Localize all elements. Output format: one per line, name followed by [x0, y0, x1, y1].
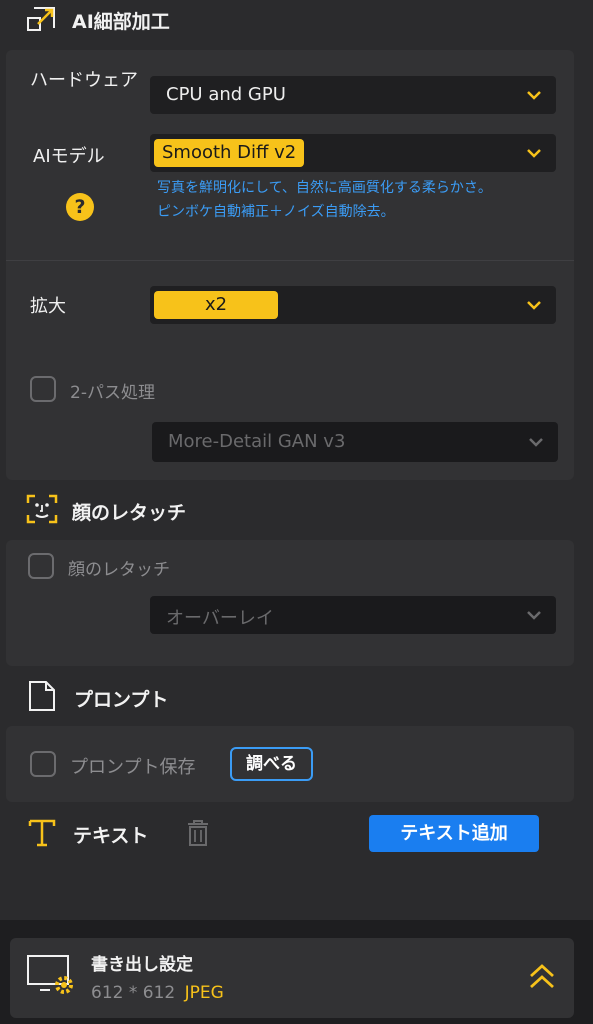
ai-model-description: 写真を鮮明化にして、自然に高画質化する柔らかさ。 ピンボケ自動補正＋ノイズ自動除… — [157, 180, 492, 220]
chevron-down-icon — [527, 149, 541, 158]
face-mode-value: オーバーレイ — [166, 608, 274, 629]
panel-divider — [6, 260, 574, 261]
scale-value: x2 — [154, 291, 278, 319]
prompt-save-checkbox[interactable] — [30, 751, 56, 777]
export-settings-icon — [26, 954, 78, 998]
face-mode-select[interactable]: オーバーレイ — [150, 596, 556, 634]
double-chevron-up-icon[interactable] — [528, 962, 556, 992]
add-text-button[interactable]: テキスト追加 — [369, 815, 539, 852]
export-title: 書き出し設定 — [91, 955, 193, 975]
text-tool-icon — [27, 818, 57, 848]
document-icon — [28, 680, 56, 712]
face-retouch-label: 顔のレタッチ — [68, 560, 170, 580]
prompt-section-title: プロンプト — [74, 689, 169, 711]
ai-enhance-icon — [26, 6, 56, 34]
export-size: 612 * 612 JPEG — [91, 983, 224, 1003]
check-button[interactable]: 調べる — [230, 747, 313, 781]
ai-settings-panel — [6, 50, 574, 480]
face-retouch-icon — [26, 494, 58, 524]
hardware-value: CPU and GPU — [166, 84, 286, 105]
hardware-select[interactable]: CPU and GPU — [150, 76, 556, 114]
two-pass-label: 2-パス処理 — [70, 383, 155, 403]
chevron-down-icon — [527, 611, 541, 620]
scale-select[interactable]: x2 — [150, 286, 556, 324]
export-format: JPEG — [184, 983, 224, 1003]
two-pass-checkbox[interactable] — [30, 376, 56, 402]
two-pass-model-value: More-Detail GAN v3 — [168, 431, 346, 452]
text-section-title: テキスト — [73, 825, 149, 847]
export-dimensions: 612 * 612 — [91, 983, 176, 1003]
face-retouch-checkbox[interactable] — [28, 553, 54, 579]
two-pass-model-select[interactable]: More-Detail GAN v3 — [152, 422, 558, 462]
chevron-down-icon — [529, 438, 543, 447]
trash-icon[interactable] — [186, 819, 210, 847]
face-section-title: 顔のレタッチ — [72, 502, 187, 524]
chevron-down-icon — [527, 91, 541, 100]
chevron-down-icon — [527, 301, 541, 310]
hardware-label: ハードウェア — [30, 70, 138, 91]
ai-model-select[interactable]: Smooth Diff v2 — [150, 134, 556, 172]
help-icon[interactable]: ? — [66, 193, 94, 221]
ai-model-label: AIモデル — [33, 146, 105, 167]
scale-label: 拡大 — [30, 296, 66, 317]
ai-model-value: Smooth Diff v2 — [154, 139, 305, 167]
ai-section-title: AI細部加工 — [72, 11, 170, 33]
prompt-save-label: プロンプト保存 — [70, 757, 196, 778]
